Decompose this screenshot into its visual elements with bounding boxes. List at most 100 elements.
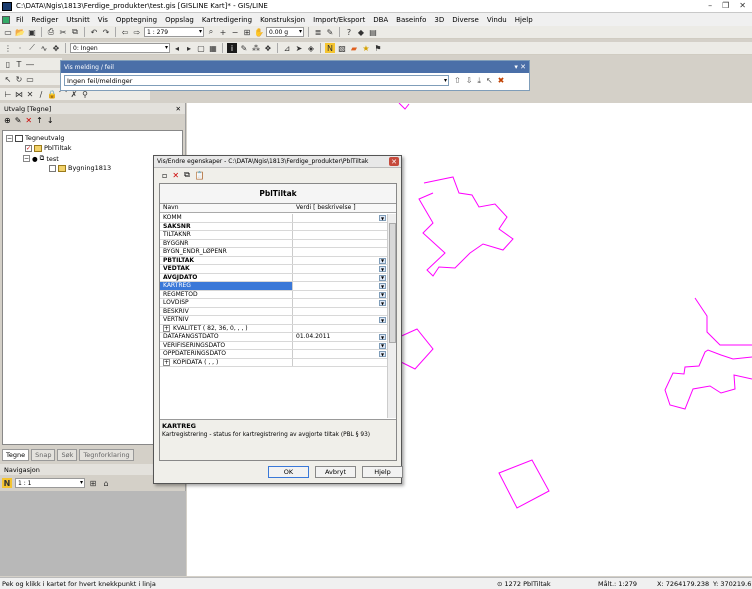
box-icon[interactable]: ▭: [25, 74, 35, 84]
bottom-arrow-icon[interactable]: ⤓: [477, 76, 481, 86]
attribute-row[interactable]: BYGN_ENDR_LØPENR: [160, 248, 388, 257]
move-up-icon[interactable]: ↑: [36, 116, 43, 125]
checkbox[interactable]: ✓: [25, 144, 32, 152]
north-icon[interactable]: N: [2, 478, 12, 488]
attribute-value[interactable]: [293, 240, 388, 248]
open-folder-icon[interactable]: 📂: [15, 27, 25, 37]
table-icon[interactable]: ▦: [208, 43, 218, 53]
attribute-value[interactable]: [293, 248, 388, 256]
copy-icon[interactable]: ⧉: [70, 27, 80, 37]
cancel-button[interactable]: Avbryt: [315, 466, 356, 478]
new-icon[interactable]: ▫: [162, 171, 167, 180]
help-button[interactable]: Hjelp: [362, 466, 403, 478]
close-icon[interactable]: ✕: [520, 63, 526, 71]
tree-node-test[interactable]: − ● ⧉ test: [23, 154, 59, 163]
select-icon[interactable]: ▢: [196, 43, 206, 53]
next-icon[interactable]: ▸: [184, 43, 194, 53]
chevron-down-icon[interactable]: ▼: [379, 283, 386, 289]
down-arrow-icon[interactable]: ⇩: [466, 76, 473, 86]
pointer-icon[interactable]: ↖: [486, 76, 493, 86]
move-down-icon[interactable]: ↓: [47, 116, 54, 125]
delete-icon[interactable]: ✕: [172, 171, 179, 180]
layer-combo[interactable]: 0: Ingen ▾: [70, 43, 170, 53]
attribute-value[interactable]: [293, 325, 388, 333]
tab-tegnforklaring[interactable]: Tegnforklaring: [79, 449, 134, 461]
clear-icon[interactable]: ✖: [498, 76, 505, 86]
menu-import-eksport[interactable]: Import/Eksport: [309, 16, 369, 24]
chevron-down-icon[interactable]: ▼: [379, 274, 386, 281]
tab-snap[interactable]: Snap: [31, 449, 56, 461]
rotate-icon[interactable]: ↻: [14, 74, 24, 84]
attribute-value[interactable]: ▼: [293, 282, 388, 290]
image-icon[interactable]: ▧: [337, 43, 347, 53]
grid-icon[interactable]: ⊞: [242, 27, 252, 37]
vertex-icon[interactable]: ❖: [263, 43, 273, 53]
attribute-value[interactable]: ▼: [293, 316, 388, 324]
nav-scale-combo[interactable]: 1 : 1 ▾: [15, 478, 85, 488]
grid-scrollbar[interactable]: [387, 214, 396, 418]
menu-dba[interactable]: DBA: [369, 16, 392, 24]
prev-icon[interactable]: ◂: [172, 43, 182, 53]
chevron-down-icon[interactable]: ▼: [379, 300, 386, 306]
attribute-value[interactable]: [293, 359, 388, 367]
node-icon[interactable]: ⁂: [251, 43, 261, 53]
join-icon[interactable]: ⋈: [14, 89, 24, 99]
attribute-row[interactable]: DATAFANGSTDATO 01.04.2011 ▼: [160, 333, 388, 342]
lock-icon[interactable]: 🔒: [47, 89, 57, 99]
tab-sok[interactable]: Søk: [57, 449, 78, 461]
tree-node-pbltiltak[interactable]: ✓ PblTiltak: [25, 144, 72, 152]
tab-tegne[interactable]: Tegne: [2, 449, 30, 461]
edit-icon[interactable]: ✎: [239, 43, 249, 53]
message-select[interactable]: Ingen feil/meldinger ▾: [64, 75, 449, 86]
attribute-row-selected[interactable]: KARTREG ▼: [160, 282, 388, 291]
attribute-row[interactable]: PBTILTAK ▼: [160, 256, 388, 265]
attribute-value[interactable]: [293, 223, 388, 231]
chevron-down-icon[interactable]: ▼: [379, 266, 386, 272]
attribute-value[interactable]: ▼: [293, 274, 388, 282]
checkbox[interactable]: [49, 164, 56, 172]
draw-curve-icon[interactable]: ∿: [39, 43, 49, 53]
tree-node-root[interactable]: − Tegneutvalg: [6, 134, 65, 142]
collapse-icon[interactable]: −: [23, 155, 30, 162]
attribute-value[interactable]: 01.04.2011 ▼: [293, 333, 388, 341]
chevron-down-icon[interactable]: ▼: [379, 291, 386, 298]
attribute-value[interactable]: ▼: [293, 265, 388, 273]
cross-icon[interactable]: ✕: [25, 89, 35, 99]
frame-icon[interactable]: ▯: [3, 59, 13, 69]
menu-vindu[interactable]: Vindu: [483, 16, 511, 24]
value-combo[interactable]: 0.00 g ▾: [266, 27, 304, 37]
close-icon[interactable]: ✕: [176, 105, 181, 113]
menu-kartredigering[interactable]: Kartredigering: [198, 16, 256, 24]
pin-icon[interactable]: ⚑: [373, 43, 383, 53]
attribute-value[interactable]: ▼: [293, 291, 388, 299]
menu-vis[interactable]: Vis: [94, 16, 112, 24]
export-icon[interactable]: ▤: [368, 27, 378, 37]
menu-app-icon[interactable]: [2, 15, 10, 24]
cut-icon[interactable]: ✂: [58, 27, 68, 37]
tool-icon[interactable]: ◆: [356, 27, 366, 37]
collapse-icon[interactable]: −: [6, 134, 13, 142]
attribute-value[interactable]: ▼: [293, 214, 388, 222]
help-icon[interactable]: ?: [344, 27, 354, 37]
expand-icon[interactable]: +: [163, 358, 170, 366]
chevron-down-icon[interactable]: ▼: [379, 317, 386, 323]
attribute-row[interactable]: VEDTAK ▼: [160, 265, 388, 274]
slope-icon[interactable]: ∕: [36, 89, 46, 99]
copy-icon[interactable]: ⧉: [184, 170, 190, 180]
menu-3d[interactable]: 3D: [430, 16, 448, 24]
pen-icon[interactable]: ✎: [325, 27, 335, 37]
menu-rediger[interactable]: Rediger: [27, 16, 62, 24]
grid-icon[interactable]: ⊞: [88, 478, 98, 488]
menu-utsnitt[interactable]: Utsnitt: [62, 16, 93, 24]
attribute-row[interactable]: VERIFISERINGSDATO ▼: [160, 341, 388, 350]
zoom-in-icon[interactable]: +: [218, 27, 228, 37]
tree-node-bygning[interactable]: Bygning1813: [49, 164, 111, 172]
highlight-icon[interactable]: ▰: [349, 43, 359, 53]
save-icon[interactable]: ▣: [27, 27, 37, 37]
menu-diverse[interactable]: Diverse: [448, 16, 483, 24]
close-icon[interactable]: ✕: [739, 1, 746, 10]
draw-line-icon[interactable]: ⟋: [27, 43, 37, 53]
chevron-down-icon[interactable]: ▼: [379, 257, 386, 264]
draw-point-icon[interactable]: ·: [15, 43, 25, 53]
attribute-value[interactable]: [293, 308, 388, 316]
